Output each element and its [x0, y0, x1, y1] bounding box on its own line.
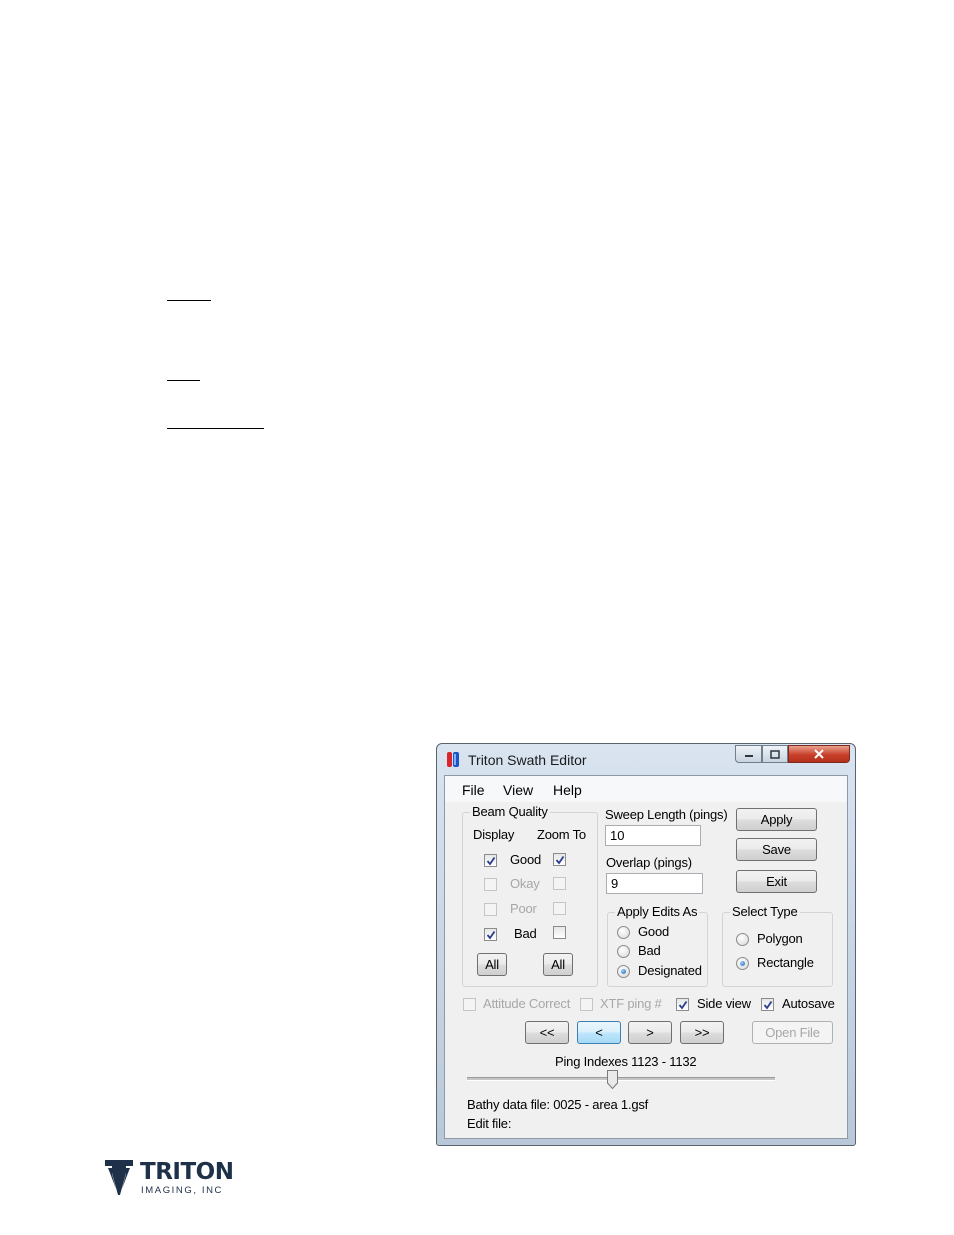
apply-bad-radio[interactable]	[617, 945, 630, 958]
display-all-button[interactable]: All	[477, 953, 507, 976]
apply-bad-label: Bad	[638, 943, 661, 958]
maximize-icon	[770, 749, 780, 759]
apply-button[interactable]: Apply	[736, 808, 817, 831]
triton-swath-editor-window: Triton Swath Editor File View Help Beam …	[436, 743, 856, 1146]
client-area: File View Help Beam Quality Display Zoom…	[444, 775, 848, 1139]
menu-file[interactable]: File	[462, 782, 485, 798]
polygon-radio[interactable]	[736, 933, 749, 946]
checkmark-icon	[555, 855, 565, 865]
zoom-all-button[interactable]: All	[543, 953, 573, 976]
exit-button[interactable]: Exit	[736, 870, 817, 893]
side-view-label: Side view	[697, 996, 751, 1011]
display-good-checkbox[interactable]	[484, 854, 497, 867]
select-type-group	[722, 912, 833, 987]
ping-indexes-label: Ping Indexes 1123 - 1132	[555, 1054, 697, 1069]
rectangle-radio[interactable]	[736, 957, 749, 970]
overlap-input[interactable]: 9	[606, 873, 703, 894]
side-view-checkbox[interactable]	[676, 998, 689, 1011]
sweep-length-label: Sweep Length (pings)	[605, 807, 728, 822]
select-type-label: Select Type	[730, 904, 800, 919]
minimize-button[interactable]	[735, 745, 762, 763]
apply-edits-as-label: Apply Edits As	[615, 904, 700, 919]
title-bar[interactable]: Triton Swath Editor	[437, 744, 855, 775]
window-title: Triton Swath Editor	[468, 752, 587, 768]
display-bad-checkbox[interactable]	[484, 928, 497, 941]
okay-quality-label: Okay	[510, 876, 540, 891]
maximize-button[interactable]	[762, 745, 788, 763]
underline-3	[167, 428, 264, 429]
checkmark-icon	[763, 1000, 773, 1010]
save-button[interactable]: Save	[736, 838, 817, 861]
checkmark-icon	[486, 856, 496, 866]
zoom-to-header: Zoom To	[537, 827, 586, 842]
bathy-data-file-label: Bathy data file: 0025 - area 1.gsf	[467, 1097, 649, 1112]
next-page-button[interactable]: >	[628, 1021, 672, 1044]
menu-bar: File View Help	[445, 776, 847, 802]
last-page-button[interactable]: >>	[680, 1021, 724, 1044]
triton-trident-icon	[105, 1160, 133, 1195]
close-button[interactable]	[788, 745, 850, 763]
polygon-label: Polygon	[757, 931, 803, 946]
slider-track	[467, 1077, 775, 1081]
apply-designated-label: Designated	[638, 963, 702, 978]
autosave-checkbox[interactable]	[761, 998, 774, 1011]
checkmark-icon	[486, 930, 496, 940]
attitude-correct-label: Attitude Correct	[483, 996, 571, 1011]
edit-file-label: Edit file:	[467, 1116, 512, 1131]
first-page-button[interactable]: <<	[525, 1021, 569, 1044]
apply-good-label: Good	[638, 924, 670, 939]
display-poor-checkbox[interactable]	[484, 903, 497, 916]
minimize-icon	[744, 755, 753, 757]
logo-subtitle: IMAGING, INC	[141, 1185, 224, 1196]
zoom-bad-checkbox[interactable]	[553, 926, 566, 939]
close-icon	[814, 749, 824, 759]
autosave-label: Autosave	[782, 996, 835, 1011]
checkmark-icon	[678, 1000, 688, 1010]
rectangle-label: Rectangle	[757, 955, 814, 970]
apply-designated-radio[interactable]	[617, 965, 630, 978]
zoom-okay-checkbox[interactable]	[553, 877, 566, 890]
triton-imaging-logo: TRITON IMAGING, INC	[104, 1157, 234, 1199]
overlap-label: Overlap (pings)	[606, 855, 692, 870]
display-header: Display	[473, 827, 515, 842]
display-okay-checkbox[interactable]	[484, 878, 497, 891]
underline-1	[167, 300, 211, 301]
zoom-good-checkbox[interactable]	[553, 853, 566, 866]
xtf-ping-checkbox[interactable]	[580, 998, 593, 1011]
slider-thumb[interactable]	[607, 1070, 618, 1089]
bad-quality-label: Bad	[514, 926, 537, 941]
open-file-button[interactable]: Open File	[752, 1021, 833, 1044]
underline-2	[167, 380, 200, 381]
poor-quality-label: Poor	[510, 901, 537, 916]
prev-page-button[interactable]: <	[577, 1021, 621, 1044]
beam-quality-label: Beam Quality	[470, 804, 550, 819]
triton-app-icon	[447, 752, 459, 767]
sweep-length-input[interactable]: 10	[605, 825, 701, 846]
logo-title: TRITON	[140, 1159, 234, 1185]
attitude-correct-checkbox[interactable]	[463, 998, 476, 1011]
menu-view[interactable]: View	[503, 782, 533, 798]
ping-slider[interactable]	[467, 1070, 775, 1092]
good-quality-label: Good	[510, 852, 542, 867]
xtf-ping-label: XTF ping #	[600, 996, 662, 1011]
zoom-poor-checkbox[interactable]	[553, 902, 566, 915]
apply-good-radio[interactable]	[617, 926, 630, 939]
menu-help[interactable]: Help	[553, 782, 582, 798]
